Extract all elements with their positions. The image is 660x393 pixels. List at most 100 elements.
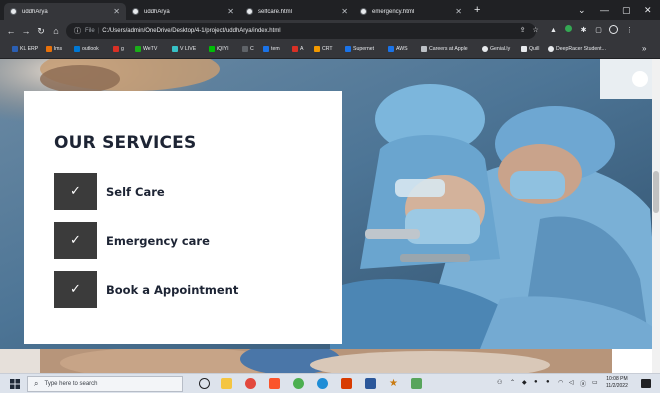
bookmark-item[interactable]: A [292, 46, 303, 52]
chrome-icon[interactable] [293, 378, 304, 389]
firefox-icon[interactable] [245, 378, 256, 389]
service-item-self-care[interactable]: ✓ Self Care [54, 173, 314, 210]
browser-tab-1[interactable]: uddhArya ✕ [4, 3, 126, 20]
tray-chevron-up-icon[interactable]: ⌃ [510, 379, 515, 386]
service-item-emergency-care[interactable]: ✓ Emergency care [54, 222, 314, 259]
browser-tab-3[interactable]: selfcare.html ✕ [240, 3, 354, 20]
close-tab-icon[interactable]: ✕ [227, 7, 234, 16]
edge-icon[interactable] [317, 378, 328, 389]
bookmark-favicon-icon [172, 46, 178, 52]
new-tab-button[interactable]: + [474, 3, 480, 17]
sticky-star-icon[interactable]: ★ [389, 378, 400, 389]
bookmark-item[interactable]: CRT [314, 46, 333, 52]
bookmark-item[interactable]: AWS [388, 46, 408, 52]
bookmark-item[interactable]: Quill [521, 46, 539, 52]
tray-app-icon[interactable]: ◆ [522, 379, 527, 386]
word-icon[interactable] [365, 378, 376, 389]
taskbar-search-box[interactable]: ⌕ Type here to search [27, 376, 183, 392]
bookmark-favicon-icon [548, 46, 554, 52]
bookmark-favicon-icon [74, 46, 80, 52]
bookmark-item[interactable]: iQIYI [209, 46, 229, 52]
bookmark-favicon-icon [345, 46, 351, 52]
checkmark-icon: ✓ [70, 184, 81, 199]
tray-app-icon[interactable]: ● [534, 379, 538, 385]
bookmark-item[interactable]: g [113, 46, 124, 52]
clock-date: 11/2/2022 [606, 383, 628, 389]
reload-icon[interactable]: ↻ [35, 24, 47, 38]
bookmark-item[interactable]: V LIVE [172, 46, 196, 52]
check-box: ✓ [54, 271, 97, 308]
bookmark-item[interactable]: WeTV [135, 46, 157, 52]
language-icon[interactable]: ⓐ [580, 379, 586, 388]
service-label[interactable]: Book a Appointment [106, 283, 238, 297]
menu-kebab-icon[interactable]: ⋮ [624, 25, 635, 36]
back-arrow-icon[interactable]: ← [5, 24, 17, 38]
home-icon[interactable]: ⌂ [50, 24, 62, 38]
bookmark-item[interactable]: DeepRacer Student... [548, 46, 606, 52]
notification-center-icon[interactable] [641, 379, 651, 388]
share-icon[interactable]: ⇪ [517, 25, 528, 36]
people-icon[interactable]: ⚇ [497, 379, 502, 386]
checkmark-icon: ✓ [70, 233, 81, 248]
bookmark-item[interactable]: Genial.ly [482, 46, 510, 52]
bookmark-item[interactable]: Careers at Apple [421, 46, 468, 52]
profile-avatar-icon[interactable] [608, 25, 619, 36]
browser-toolbar: ← → ↻ ⌂ ⓘ File | C:/Users/admin/OneDrive… [0, 20, 660, 42]
service-label[interactable]: Self Care [106, 185, 165, 199]
windows-start-icon[interactable] [10, 379, 20, 389]
taskbar-clock[interactable]: 10:08 PM 11/2/2022 [606, 376, 628, 390]
bookmark-item[interactable]: Supernet [345, 46, 374, 52]
bookmark-favicon-icon [314, 46, 320, 52]
bookmark-item[interactable]: lms [46, 46, 62, 52]
search-icon: ⌕ [34, 379, 39, 388]
extension-triangle-icon[interactable]: ▲ [548, 25, 559, 36]
tab-manager-icon[interactable]: ▢ [593, 25, 604, 36]
bookmark-favicon-icon [292, 46, 298, 52]
close-window-icon[interactable]: ✕ [644, 3, 652, 17]
bookmark-favicon-icon [12, 46, 18, 52]
check-box: ✓ [54, 173, 97, 210]
bookmark-item[interactable]: outlook [74, 46, 99, 52]
scrollbar-thumb[interactable] [653, 171, 659, 213]
tab-search-chevron-icon[interactable]: ⌄ [578, 3, 586, 17]
maximize-window-icon[interactable]: ▢ [622, 3, 631, 17]
minimize-window-icon[interactable]: — [600, 3, 609, 17]
keyboard-icon[interactable]: ▭ [592, 379, 598, 386]
service-label[interactable]: Emergency care [106, 234, 210, 248]
browser-tab-4[interactable]: emergency.html ✕ [354, 3, 468, 20]
brave-icon[interactable] [269, 378, 280, 389]
site-info-icon[interactable]: ⓘ [74, 26, 81, 36]
extensions-puzzle-icon[interactable]: ✱ [578, 25, 589, 36]
bookmark-favicon-icon [521, 46, 527, 52]
volume-icon[interactable]: ◁ [569, 379, 574, 386]
bookmark-star-icon[interactable]: ☆ [530, 25, 541, 36]
browser-tab-2[interactable]: uddhArya ✕ [126, 3, 240, 20]
bookmark-item[interactable]: tem [263, 46, 280, 52]
bookmark-item[interactable]: C [242, 46, 254, 52]
checkmark-icon: ✓ [70, 282, 81, 297]
github-favicon-icon [10, 8, 17, 15]
cortana-icon[interactable] [199, 378, 210, 389]
service-item-book-appointment[interactable]: ✓ Book a Appointment [54, 271, 314, 308]
tray-app-icon[interactable]: ● [546, 379, 550, 385]
bookmark-item[interactable]: KL ERP [12, 46, 38, 52]
bookmark-favicon-icon [388, 46, 394, 52]
close-tab-icon[interactable]: ✕ [113, 7, 120, 16]
bookmark-favicon-icon [482, 46, 488, 52]
bookmark-favicon-icon [263, 46, 269, 52]
bookmarks-overflow-icon[interactable]: » [642, 44, 646, 53]
check-box: ✓ [54, 222, 97, 259]
powerpoint-icon[interactable] [341, 378, 352, 389]
close-tab-icon[interactable]: ✕ [341, 7, 348, 16]
wifi-icon[interactable]: ◠ [558, 379, 563, 386]
page-scrollbar[interactable] [652, 59, 660, 373]
windows-taskbar: ⌕ Type here to search ★ ⚇ ⌃ ◆ ● ● ◠ ◁ ⓐ … [0, 373, 660, 393]
extension-circle-icon[interactable] [563, 25, 574, 36]
forward-arrow-icon[interactable]: → [20, 24, 32, 38]
address-bar[interactable]: ⓘ File | C:/Users/admin/OneDrive/Desktop… [66, 23, 536, 39]
file-explorer-icon[interactable] [221, 378, 232, 389]
tab-title: emergency.html [372, 8, 415, 15]
notepad-icon[interactable] [411, 378, 422, 389]
github-favicon-icon [360, 8, 367, 15]
close-tab-icon[interactable]: ✕ [455, 7, 462, 16]
